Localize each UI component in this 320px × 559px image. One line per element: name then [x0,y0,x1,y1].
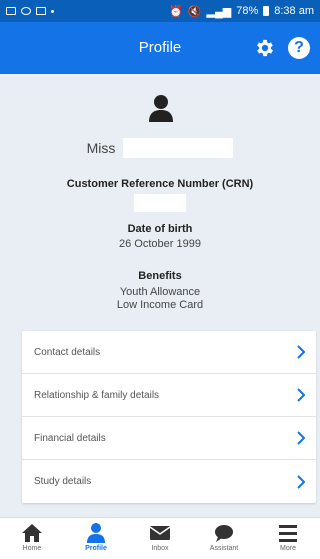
nav-profile[interactable]: Profile [64,518,128,559]
dob-value: 26 October 1999 [119,238,201,250]
chevron-right-icon [297,345,306,359]
crn-redacted [134,194,186,212]
crn-label: Customer Reference Number (CRN) [66,178,254,190]
menu-item-contact-details[interactable]: Contact details [22,331,316,374]
nav-more[interactable]: More [256,518,320,559]
profile-icon [87,523,105,543]
benefit-item: Low Income Card [116,299,204,311]
name-row: Miss [0,138,320,158]
home-icon [22,524,42,542]
status-bar: ⏰ 🔇 ▂▄▆ 78% 8:38 am [0,0,320,22]
chevron-right-icon [297,431,306,445]
inbox-icon [149,526,171,540]
menu-item-relationship-family[interactable]: Relationship & family details [22,374,316,417]
chevron-right-icon [297,474,306,489]
battery-percent: 78% [236,5,259,17]
clock: 8:38 am [274,5,314,17]
chat-icon [215,525,233,542]
menu-item-financial-details[interactable]: Financial details [22,417,316,460]
alarm-icon: ⏰ [169,5,183,18]
menu-item-label: Study details [34,476,92,487]
help-icon[interactable]: ? [288,37,310,59]
nav-label: More [280,545,296,552]
menu-item-label: Financial details [34,432,106,444]
signal-icon: ▂▄▆ [206,5,232,18]
more-notifications-icon [51,9,54,13]
nav-label: Inbox [151,545,169,552]
battery-icon [263,6,270,16]
menu-item-study-details[interactable]: Study details [22,460,316,503]
menu-item-label: Contact details [34,346,101,358]
menu-icon [279,525,297,542]
name-redacted [123,138,234,158]
nav-inbox[interactable]: Inbox [128,518,192,559]
avatar-icon [149,95,173,122]
bottom-nav: Home Profile Inbox Assistant More [0,517,320,559]
nav-label: Home [22,545,42,552]
mute-icon: 🔇 [187,5,202,18]
nav-label: Assistant [209,545,239,552]
gear-icon[interactable] [254,37,276,59]
nav-label: Profile [85,545,107,552]
gallery-notification-icon [6,7,16,15]
nav-home[interactable]: Home [0,518,64,559]
benefits-label: Benefits [138,270,182,282]
benefit-item: Youth Allowance [119,286,201,298]
nav-assistant[interactable]: Assistant [192,518,256,559]
chevron-right-icon [297,388,306,402]
name-title: Miss [86,140,116,156]
profile-summary: Miss Customer Reference Number (CRN) Dat… [0,74,320,329]
app-header: Profile ? [0,22,320,74]
status-left-icons [6,7,54,15]
menu-item-label: Relationship & family details [34,389,160,401]
dob-label: Date of birth [127,223,193,235]
profile-menu: Contact details Relationship & family de… [22,331,316,503]
message-notification-icon [21,7,31,15]
status-right-icons: ⏰ 🔇 ▂▄▆ 78% 8:38 am [169,5,314,18]
app-notification-icon [36,7,46,15]
